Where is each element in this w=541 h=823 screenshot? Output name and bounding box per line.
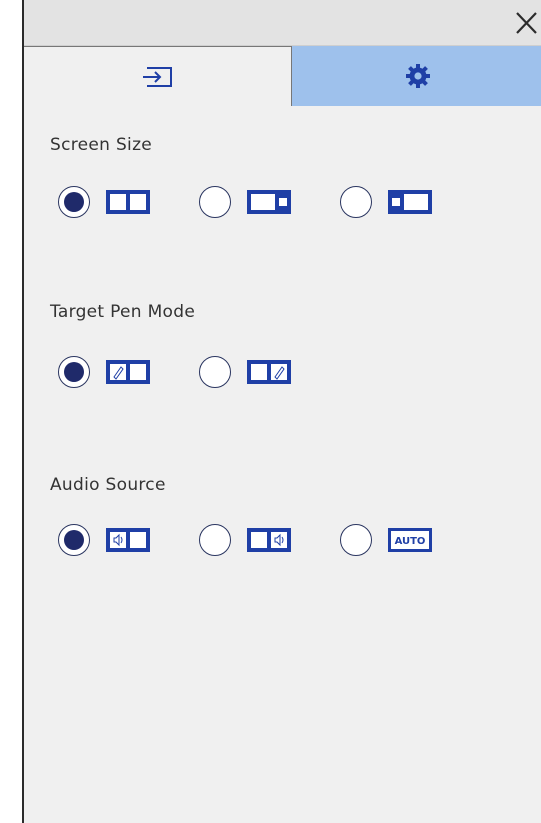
gear-icon — [405, 63, 431, 89]
audio-option-left[interactable] — [58, 524, 150, 556]
auto-icon: AUTO — [388, 526, 432, 554]
pen-left-icon — [106, 358, 150, 386]
title-bar — [24, 0, 541, 46]
settings-panel: Screen Size Target Pen Mode Audio Source… — [22, 0, 541, 823]
section-title-audio-source: Audio Source — [50, 475, 166, 495]
pen-mode-option-right[interactable] — [199, 356, 291, 388]
split-right-large-icon — [388, 188, 432, 216]
radio-button[interactable] — [58, 524, 90, 556]
auto-label: AUTO — [395, 536, 426, 547]
tab-input[interactable] — [24, 46, 292, 106]
tab-bar — [24, 46, 541, 106]
tab-settings[interactable] — [292, 46, 541, 106]
radio-button[interactable] — [340, 186, 372, 218]
radio-button[interactable] — [58, 356, 90, 388]
section-title-screen-size: Screen Size — [50, 135, 153, 155]
audio-option-auto[interactable]: AUTO — [340, 524, 432, 556]
radio-button[interactable] — [199, 524, 231, 556]
close-icon[interactable] — [511, 8, 541, 38]
input-icon — [141, 65, 175, 89]
split-left-large-icon — [247, 188, 291, 216]
speaker-right-icon — [247, 526, 291, 554]
audio-option-right[interactable] — [199, 524, 291, 556]
screen-size-option-right-large[interactable] — [340, 186, 432, 218]
pen-right-icon — [247, 358, 291, 386]
radio-button[interactable] — [340, 524, 372, 556]
radio-button[interactable] — [199, 186, 231, 218]
pen-mode-option-left[interactable] — [58, 356, 150, 388]
section-title-target-pen-mode: Target Pen Mode — [50, 302, 196, 322]
screen-size-option-left-large[interactable] — [199, 186, 291, 218]
speaker-left-icon — [106, 526, 150, 554]
screen-size-option-equal[interactable] — [58, 186, 150, 218]
radio-button[interactable] — [58, 186, 90, 218]
radio-button[interactable] — [199, 356, 231, 388]
split-equal-icon — [106, 188, 150, 216]
